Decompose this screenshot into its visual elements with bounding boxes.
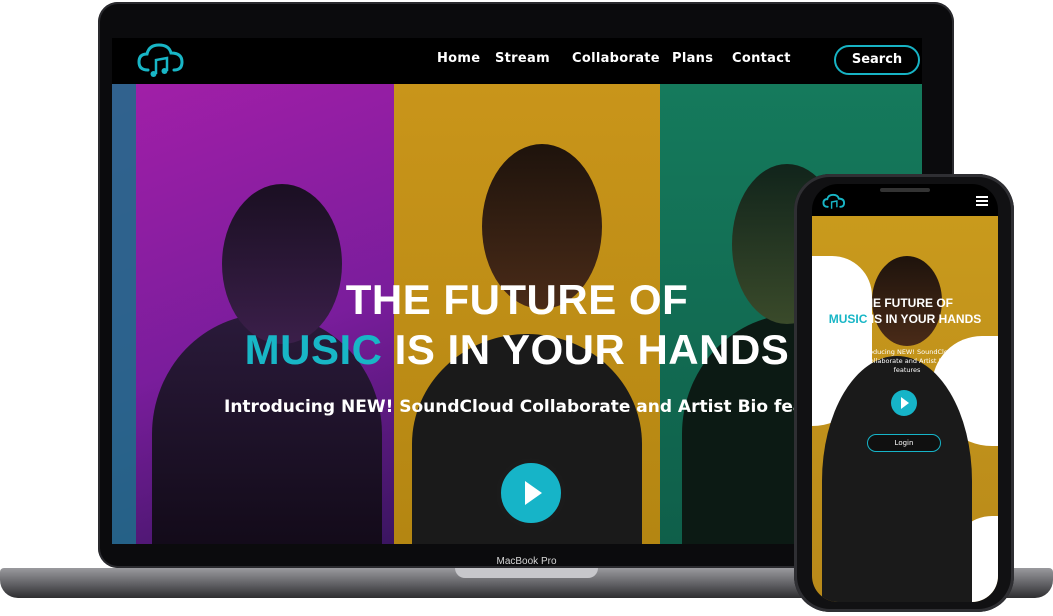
cloud-music-logo-icon[interactable] <box>822 192 846 212</box>
login-button[interactable]: Login <box>867 434 941 452</box>
hero-headline-rest: IS IN YOUR HANDS <box>382 326 790 373</box>
desktop-navbar: Home Stream Collaborate Plans Contact Se… <box>112 38 922 84</box>
hero-headline-accent: MUSIC <box>244 326 383 373</box>
mobile-subheadline: Introducing NEW! SoundCloud Collaborate … <box>857 348 957 374</box>
play-icon <box>901 397 909 409</box>
nav-home-link[interactable]: Home <box>437 51 480 66</box>
mobile-screen: THE FUTURE OF MUSIC IS IN YOUR HANDS Int… <box>812 184 998 602</box>
mobile-headline-line1: THE FUTURE OF <box>857 296 953 310</box>
nav-contact-link[interactable]: Contact <box>732 51 791 66</box>
mobile-play-button[interactable] <box>891 390 917 416</box>
mobile-headline-line2: MUSIC IS IN YOUR HANDS <box>812 312 998 326</box>
cloud-music-logo-icon[interactable] <box>136 40 186 80</box>
nav-stream-link[interactable]: Stream <box>495 51 550 66</box>
play-button[interactable] <box>496 458 566 528</box>
search-button[interactable]: Search <box>834 45 920 75</box>
mobile-hero: THE FUTURE OF MUSIC IS IN YOUR HANDS Int… <box>812 216 998 602</box>
nav-collaborate-link[interactable]: Collaborate <box>572 51 660 66</box>
play-icon <box>525 481 542 505</box>
mobile-headline-accent: MUSIC <box>828 312 868 326</box>
nav-plans-link[interactable]: Plans <box>672 51 713 66</box>
hamburger-menu-icon[interactable] <box>976 196 988 206</box>
mobile-headline-rest: IS IN YOUR HANDS <box>867 312 982 326</box>
laptop-notch <box>455 568 598 578</box>
phone-speaker <box>880 188 930 192</box>
